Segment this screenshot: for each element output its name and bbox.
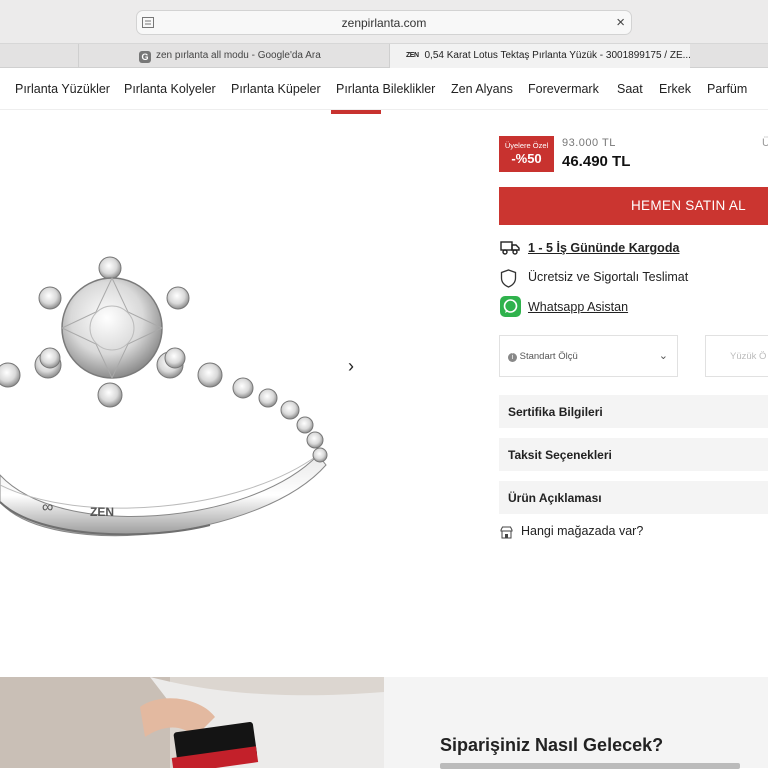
- accordion-certificate[interactable]: Sertifika Bilgileri: [499, 395, 768, 428]
- buy-now-button[interactable]: HEMEN SATIN AL: [499, 187, 768, 225]
- whatsapp-link[interactable]: Whatsapp Asistan: [528, 300, 628, 314]
- tab-google-search[interactable]: Gzen pırlanta all modu - Google'da Ara: [78, 44, 390, 68]
- badge-percent: -%50: [511, 151, 542, 166]
- address-bar[interactable]: zenpirlanta.com ×: [136, 10, 632, 35]
- close-icon[interactable]: ×: [616, 15, 625, 30]
- info-icon: i: [508, 353, 517, 362]
- ring-size-field[interactable]: Yüzük Ö: [705, 335, 768, 377]
- nav-item-zen-alyans[interactable]: Zen Alyans: [451, 82, 513, 96]
- section-text-cut: [440, 763, 740, 769]
- tab-bar: Gzen pırlanta all modu - Google'da Ara Z…: [0, 44, 768, 68]
- size-select[interactable]: i Standart Ölçü ⌄: [499, 335, 678, 377]
- ring-brand-engraving: ZEN: [90, 505, 114, 519]
- store-icon: [500, 526, 513, 539]
- google-icon: G: [139, 51, 151, 63]
- store-link-text: Hangi mağazada var?: [521, 524, 644, 538]
- main-nav: Pırlanta Yüzükler Pırlanta Kolyeler Pırl…: [0, 68, 768, 110]
- gift-box-hand-image: [0, 677, 384, 768]
- nav-item-pirlanta-bileklikler[interactable]: Pırlanta Bileklikler: [336, 82, 435, 96]
- shield-icon: [500, 269, 517, 288]
- delivery-info-section: Siparişiniz Nasıl Gelecek?: [384, 677, 768, 769]
- chevron-down-icon: ⌄: [658, 350, 668, 362]
- url-text: zenpirlanta.com: [341, 16, 427, 30]
- member-discount-badge: Üyelere Özel -%50: [499, 136, 554, 172]
- delivery-box-photo: [0, 677, 384, 768]
- nav-item-forevermark[interactable]: Forevermark: [528, 82, 599, 96]
- nav-item-pirlanta-kupeler[interactable]: Pırlanta Küpeler: [231, 82, 321, 96]
- nav-item-erkek[interactable]: Erkek: [659, 82, 691, 96]
- tab-label: 0,54 Karat Lotus Tektaş Pırlanta Yüzük -…: [424, 50, 691, 61]
- current-price: 46.490 TL: [562, 153, 631, 170]
- nav-item-parfum[interactable]: Parfüm: [707, 82, 747, 96]
- size-select-label: Standart Ölçü: [519, 351, 578, 362]
- whatsapp-icon: [500, 296, 521, 317]
- product-ring-image[interactable]: ∞ ZEN: [0, 240, 340, 550]
- browser-toolbar: zenpirlanta.com ×: [0, 0, 768, 44]
- accordion-description[interactable]: Ürün Açıklaması: [499, 481, 768, 514]
- zen-favicon-icon: ZEN: [406, 52, 419, 59]
- nav-item-pirlanta-yuzukler[interactable]: Pırlanta Yüzükler: [15, 82, 110, 96]
- tab-label: zen pırlanta all modu - Google'da Ara: [156, 50, 321, 61]
- badge-label: Üyelere Özel: [504, 141, 549, 150]
- partial-red-label: [331, 110, 381, 114]
- accordion-installments[interactable]: Taksit Seçenekleri: [499, 438, 768, 471]
- tab-product[interactable]: ZEN 0,54 Karat Lotus Tektaş Pırlanta Yüzü…: [390, 44, 690, 68]
- delivery-text: Ücretsiz ve Sigortalı Teslimat: [528, 270, 689, 284]
- old-price: 93.000 TL: [562, 137, 616, 149]
- svg-text:∞: ∞: [42, 499, 53, 516]
- next-image-chevron-icon[interactable]: ›: [348, 356, 364, 376]
- cut-off-text: Ü: [762, 137, 768, 149]
- shipping-link[interactable]: 1 - 5 İş Gününde Kargoda: [528, 241, 679, 255]
- truck-icon: [500, 241, 520, 255]
- section-title: Siparişiniz Nasıl Gelecek?: [440, 735, 664, 755]
- nav-item-saat[interactable]: Saat: [617, 82, 643, 96]
- nav-item-pirlanta-kolyeler[interactable]: Pırlanta Kolyeler: [124, 82, 216, 96]
